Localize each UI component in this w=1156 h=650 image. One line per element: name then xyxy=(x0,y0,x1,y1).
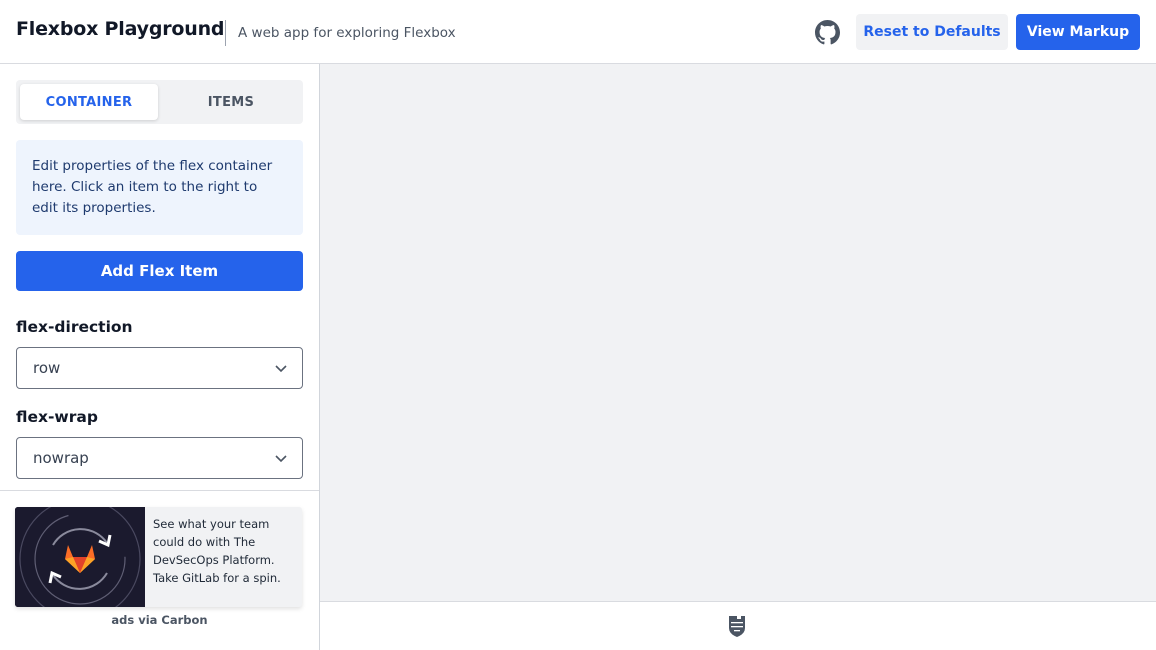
flex-wrap-label: flex-wrap xyxy=(16,408,98,426)
chevron-down-icon xyxy=(275,365,287,373)
sidebar: CONTAINER ITEMS Edit properties of the f… xyxy=(0,64,320,650)
footer xyxy=(320,603,1156,650)
chevron-down-icon xyxy=(275,455,287,463)
flex-wrap-select[interactable]: nowrap xyxy=(16,437,303,479)
flex-direction-value: row xyxy=(33,359,61,377)
info-message: Edit properties of the flex container he… xyxy=(16,140,303,235)
sidebar-divider xyxy=(0,490,319,491)
title-divider xyxy=(225,20,226,46)
flex-container-canvas[interactable] xyxy=(320,64,1156,602)
flex-direction-select[interactable]: row xyxy=(16,347,303,389)
carbon-ad[interactable]: See what your team could do with The Dev… xyxy=(15,507,302,607)
flex-wrap-value: nowrap xyxy=(33,449,89,467)
app-subtitle: A web app for exploring Flexbox xyxy=(238,25,456,41)
tab-container[interactable]: CONTAINER xyxy=(20,84,158,120)
add-flex-item-button[interactable]: Add Flex Item xyxy=(16,251,303,291)
ads-via-carbon-link[interactable]: ads via Carbon xyxy=(0,613,319,627)
reset-to-defaults-button[interactable]: Reset to Defaults xyxy=(856,14,1008,50)
shield-logo-icon[interactable] xyxy=(728,614,746,638)
github-icon[interactable] xyxy=(815,20,840,45)
app-title: Flexbox Playground xyxy=(16,18,225,40)
flex-direction-label: flex-direction xyxy=(16,318,133,336)
tab-items[interactable]: ITEMS xyxy=(162,84,300,120)
gitlab-logo-icon xyxy=(15,507,145,607)
ad-text: See what your team could do with The Dev… xyxy=(153,517,281,585)
view-markup-button[interactable]: View Markup xyxy=(1016,14,1140,50)
app-header: Flexbox Playground A web app for explori… xyxy=(0,0,1156,64)
tab-bar: CONTAINER ITEMS xyxy=(16,80,303,124)
